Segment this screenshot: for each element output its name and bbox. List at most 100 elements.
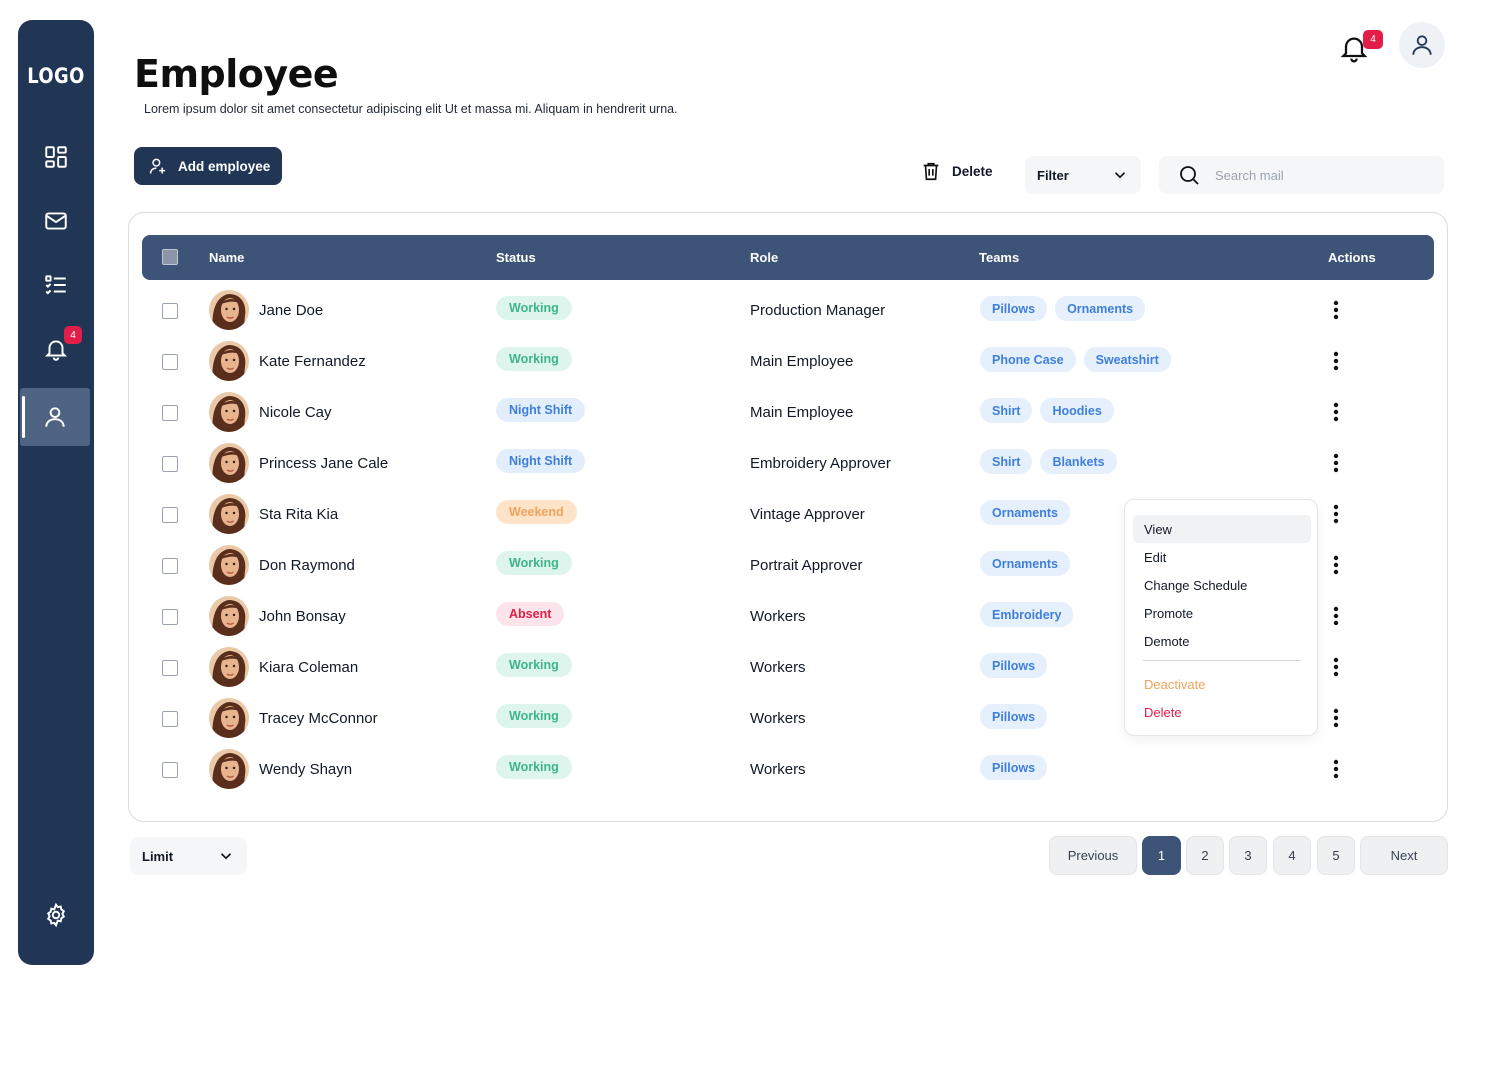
page-button-5[interactable]: 5: [1317, 836, 1355, 875]
employee-name: Don Raymond: [259, 557, 355, 574]
sidebar-item-dashboard[interactable]: [18, 128, 94, 186]
status-badge: Night Shift: [496, 398, 586, 422]
column-header-name: Name: [209, 250, 245, 265]
avatar: [209, 290, 249, 330]
kebab-menu-icon: [1333, 402, 1339, 422]
row-checkbox[interactable]: [162, 456, 178, 472]
search-icon: [1180, 166, 1199, 185]
menu-item-view[interactable]: View: [1133, 515, 1311, 543]
row-checkbox[interactable]: [162, 711, 178, 727]
row-checkbox[interactable]: [162, 762, 178, 778]
avatar: [209, 647, 249, 687]
sidebar-item-tasks[interactable]: [18, 256, 94, 314]
menu-item-demote[interactable]: Demote: [1133, 627, 1311, 655]
row-checkbox[interactable]: [162, 507, 178, 523]
kebab-menu-icon: [1333, 453, 1339, 473]
row-checkbox[interactable]: [162, 609, 178, 625]
previous-page-button[interactable]: Previous: [1049, 836, 1137, 875]
row-checkbox[interactable]: [162, 660, 178, 676]
row-actions-button[interactable]: [1326, 346, 1346, 376]
dashboard-icon: [45, 146, 67, 168]
page-subtitle: Lorem ipsum dolor sit amet consectetur a…: [144, 102, 678, 116]
limit-dropdown[interactable]: Limit: [130, 837, 247, 875]
avatar: [209, 494, 249, 534]
delete-button[interactable]: Delete: [920, 160, 993, 182]
row-actions-button[interactable]: [1326, 601, 1346, 631]
page-button-3[interactable]: 3: [1229, 836, 1267, 875]
filter-dropdown[interactable]: Filter: [1025, 156, 1141, 194]
row-actions-button[interactable]: [1326, 550, 1346, 580]
sidebar-item-settings[interactable]: [18, 886, 94, 944]
team-tag: Pillows: [980, 653, 1048, 678]
employee-name: Sta Rita Kia: [259, 506, 339, 523]
column-header-teams: Teams: [979, 250, 1020, 265]
employee-name: Tracey McConnor: [259, 710, 378, 727]
column-header-actions: Actions: [1328, 250, 1376, 265]
team-tag: Sweatshirt: [1083, 347, 1171, 372]
column-header-role: Role: [750, 250, 779, 265]
row-actions-button[interactable]: [1326, 703, 1346, 733]
menu-item-deactivate[interactable]: Deactivate: [1133, 670, 1311, 698]
team-tags: Pillows: [980, 755, 1048, 780]
menu-item-change-schedule[interactable]: Change Schedule: [1133, 571, 1311, 599]
team-tag: Ornaments: [980, 551, 1070, 576]
status-badge: Absent: [496, 602, 565, 626]
user-icon: [1412, 35, 1432, 55]
menu-item-promote[interactable]: Promote: [1133, 599, 1311, 627]
sidebar-item-employees[interactable]: [20, 388, 90, 446]
page-button-1[interactable]: 1: [1142, 836, 1181, 875]
status-badge: Weekend: [496, 500, 577, 524]
kebab-menu-icon: [1333, 657, 1339, 677]
row-checkbox[interactable]: [162, 354, 178, 370]
team-tags: Pillows Ornaments: [980, 296, 1146, 321]
limit-label: Limit: [142, 848, 174, 864]
page-title: Employee: [134, 52, 339, 96]
add-employee-button[interactable]: Add employee: [134, 147, 282, 185]
employee-role: Workers: [750, 761, 806, 778]
menu-item-delete[interactable]: Delete: [1133, 698, 1311, 726]
profile-button[interactable]: [1399, 22, 1445, 68]
employee-role: Workers: [750, 659, 806, 676]
next-page-button[interactable]: Next: [1360, 836, 1448, 875]
team-tag: Pillows: [980, 755, 1048, 780]
avatar: [209, 341, 249, 381]
row-actions-button[interactable]: [1326, 448, 1346, 478]
select-all-checkbox[interactable]: [162, 249, 178, 265]
row-checkbox[interactable]: [162, 405, 178, 421]
employee-name: John Bonsay: [259, 608, 346, 625]
row-actions-button[interactable]: [1326, 652, 1346, 682]
sidebar-item-notifications[interactable]: 4: [18, 320, 94, 378]
team-tag: Ornaments: [980, 500, 1070, 525]
employee-name: Kiara Coleman: [259, 659, 359, 676]
menu-item-edit[interactable]: Edit: [1133, 543, 1311, 571]
notification-badge: 4: [64, 326, 82, 344]
search-input[interactable]: [1215, 167, 1415, 183]
row-actions-button[interactable]: [1326, 754, 1346, 784]
team-tag: Ornaments: [1055, 296, 1146, 321]
kebab-menu-icon: [1333, 300, 1339, 320]
team-tags: Embroidery: [980, 602, 1074, 627]
row-actions-button[interactable]: [1326, 295, 1346, 325]
team-tag: Pillows: [980, 296, 1048, 321]
employee-role: Production Manager: [750, 302, 886, 319]
avatar: [209, 545, 249, 585]
table-row: Princess Jane Cale Night Shift Embroidery …: [142, 438, 1434, 489]
logo: LOGO: [27, 64, 85, 88]
menu-divider: [1143, 660, 1301, 661]
team-tag: Shirt: [980, 449, 1033, 474]
trash-icon: [923, 162, 939, 181]
row-checkbox[interactable]: [162, 558, 178, 574]
delete-label: Delete: [952, 163, 993, 179]
avatar: [209, 392, 249, 432]
row-actions-button[interactable]: [1326, 499, 1346, 529]
sidebar-item-mail[interactable]: [18, 192, 94, 250]
chevron-down-icon: [220, 853, 232, 860]
row-checkbox[interactable]: [162, 303, 178, 319]
page-button-4[interactable]: 4: [1273, 836, 1311, 875]
page-button-2[interactable]: 2: [1186, 836, 1224, 875]
team-tags: Phone Case Sweatshirt: [980, 347, 1171, 372]
avatar: [209, 698, 249, 738]
row-actions-button[interactable]: [1326, 397, 1346, 427]
active-indicator: [22, 396, 25, 438]
employee-name: Nicole Cay: [259, 404, 332, 421]
